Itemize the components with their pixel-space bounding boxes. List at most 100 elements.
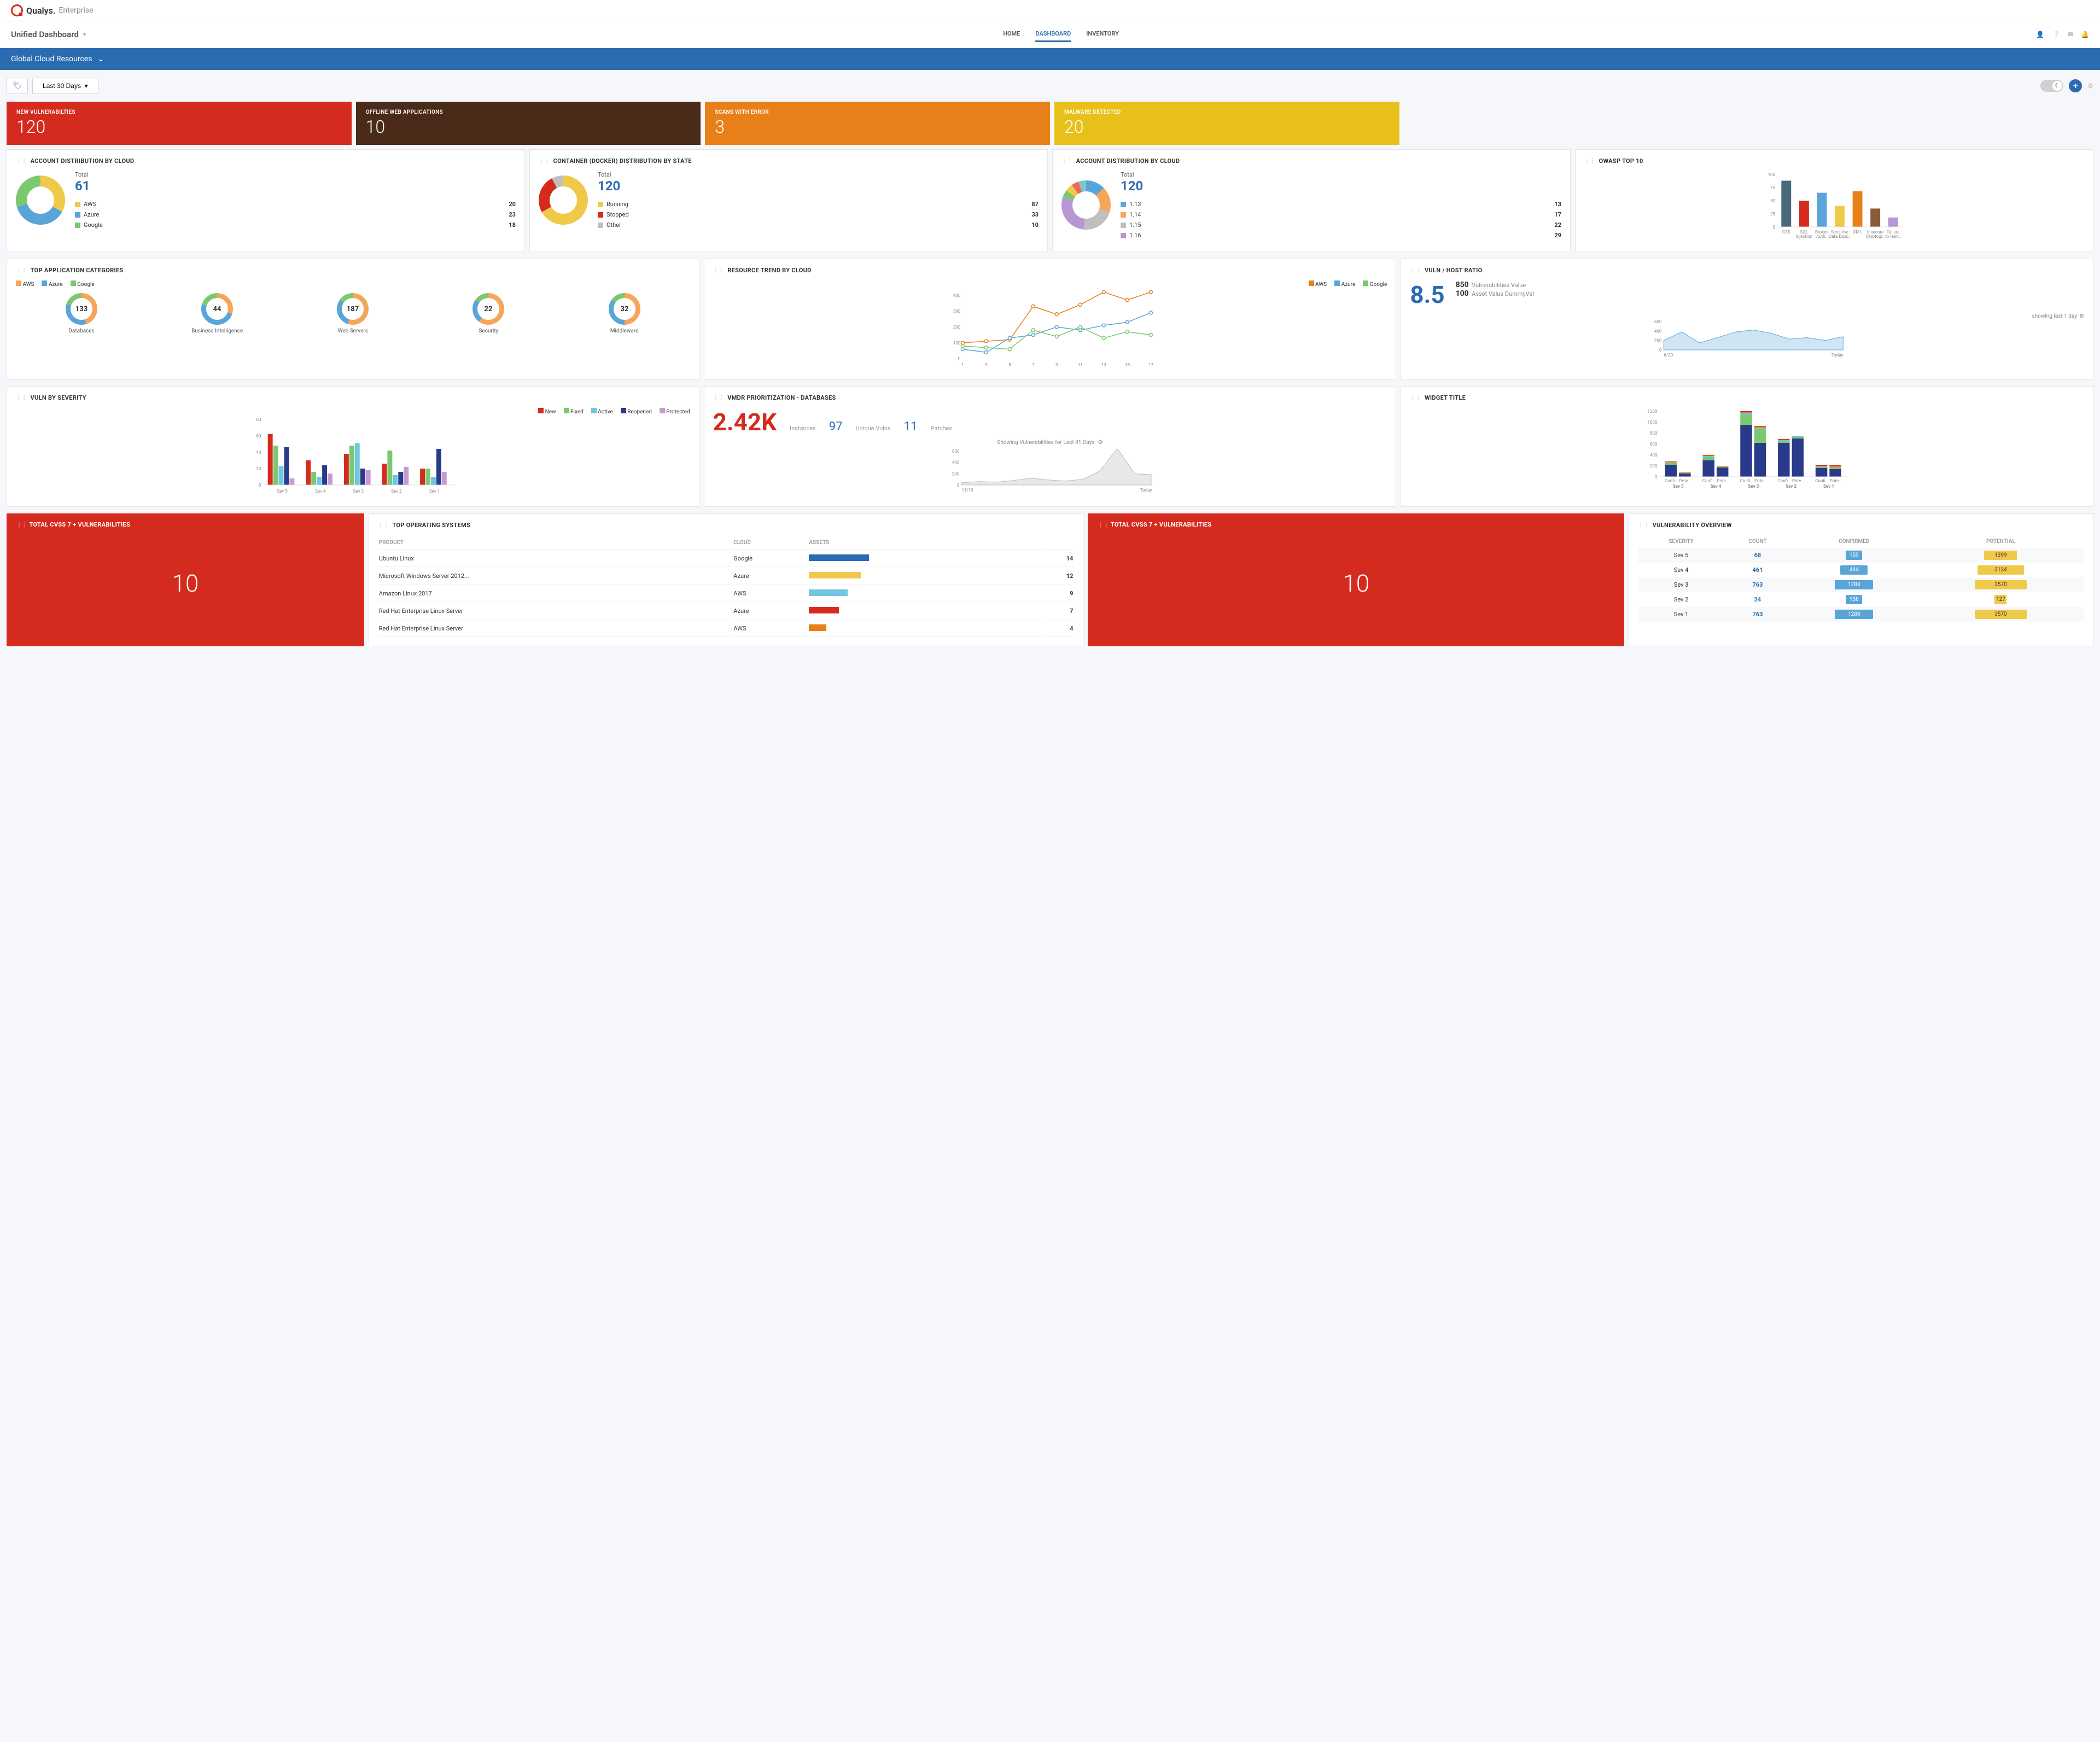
nav-tab-home[interactable]: HOME <box>1003 27 1020 42</box>
svg-text:200: 200 <box>953 325 960 330</box>
svg-text:Sev 5: Sev 5 <box>1673 484 1684 489</box>
svg-text:Pote..: Pote.. <box>1717 478 1729 483</box>
help-icon[interactable]: ❔ <box>2052 31 2060 38</box>
th: CONFIRMED <box>1791 535 1917 548</box>
mail-icon[interactable]: ✉ <box>2068 31 2073 38</box>
legend-row: Stopped33 <box>598 209 1039 220</box>
mini-donut: 44Business Intelligence <box>151 293 283 334</box>
cvss-value: 10 <box>16 528 354 639</box>
svg-text:Pote..: Pote.. <box>1755 478 1766 483</box>
legend-row: Running87 <box>598 199 1039 209</box>
date-range-label: Last 30 Days <box>43 82 81 90</box>
svg-text:50: 50 <box>1770 198 1775 203</box>
brand-suffix: Enterprise <box>59 6 93 15</box>
context-bar[interactable]: Global Cloud Resources ⌄ <box>0 48 2100 70</box>
donut-chart <box>16 176 65 226</box>
stat-card[interactable]: MALWARE DETECTED20 <box>1054 102 1399 145</box>
card-title-text: VULN BY SEVERITY <box>31 394 86 401</box>
table-row[interactable]: Red Hat Enterprise Linux ServerAWS4 <box>379 621 1074 637</box>
date-range-select[interactable]: Last 30 Days ▾ <box>32 78 98 94</box>
svg-text:0: 0 <box>259 483 261 488</box>
nav-tab-inventory[interactable]: INVENTORY <box>1086 27 1119 42</box>
svg-text:Data Expo..: Data Expo.. <box>1829 234 1851 239</box>
table-row[interactable]: Ubuntu LinuxGoogle14 <box>379 551 1074 567</box>
drag-handle-icon[interactable]: ⋮⋮ <box>1638 522 1649 528</box>
svg-text:9: 9 <box>1055 363 1058 367</box>
card-title-text: CONTAINER (DOCKER) DISTRIBUTION BY STATE <box>553 157 692 165</box>
table-row[interactable]: Sev 176312883570 <box>1638 607 2084 622</box>
dark-mode-toggle[interactable] <box>2040 80 2063 92</box>
mini-donut: 32Middleware <box>559 293 690 334</box>
vmdr-subtitle: Showing Vulnerabilities for Last 91 Days… <box>713 440 1387 446</box>
drag-handle-icon[interactable]: ⋮⋮ <box>1584 158 1596 164</box>
table-row[interactable]: Sev 5681551399 <box>1638 548 2084 563</box>
brand-name: Qualys. <box>26 5 55 16</box>
drag-handle-icon[interactable]: ⋮⋮ <box>539 158 550 164</box>
stat-label: NEW VULNERABILTIES <box>16 109 342 115</box>
legend-row: 1.1417 <box>1121 209 1561 220</box>
table-row[interactable]: Sev 224158127 <box>1638 592 2084 607</box>
owasp-chart: 0255075100CSSSQLInjectionBrokenAuth..Sen… <box>1584 171 2084 244</box>
svg-text:Cryptogr..: Cryptogr.. <box>1866 234 1885 239</box>
card-title-text: WIDGET TITLE <box>1425 394 1466 401</box>
table-row[interactable]: Sev 44614443134 <box>1638 563 2084 577</box>
legend-row: Other10 <box>598 220 1039 230</box>
table-row[interactable]: Red Hat Enterprise Linux ServerAzure7 <box>379 603 1074 619</box>
svg-text:Pote..: Pote.. <box>1792 478 1804 483</box>
table-row[interactable]: Sev 376312883570 <box>1638 577 2084 592</box>
alert-icon[interactable]: 🔔 <box>2081 31 2089 38</box>
svg-text:to restr..: to restr.. <box>1885 234 1901 239</box>
table-row[interactable]: Microsoft Windows Server 2012...Azure12 <box>379 568 1074 584</box>
dashboard-title[interactable]: Unified Dashboard ▾ <box>11 30 86 39</box>
svg-text:400: 400 <box>1650 453 1658 458</box>
svg-text:Sev 1: Sev 1 <box>429 489 440 494</box>
th: PRODUCT <box>379 536 733 550</box>
mini-donut: 133Databases <box>16 293 147 334</box>
stat-value: 10 <box>366 116 691 137</box>
legend: AWS Azure Google <box>16 280 690 288</box>
row-d: ⋮⋮ TOTAL CVSS 7 + VULNERABILITIES 10 ⋮⋮T… <box>0 513 2100 653</box>
drag-handle-icon[interactable]: ⋮⋮ <box>16 395 27 401</box>
gear-icon[interactable]: ⚙ <box>1098 440 1103 446</box>
card-vuln-host-ratio: ⋮⋮VULN / HOST RATIO8.5850 Vulnerabilitie… <box>1401 259 2093 379</box>
legend: New Fixed Active Reopened Protected <box>16 408 690 415</box>
drag-handle-icon[interactable]: ⋮⋮ <box>16 158 27 164</box>
card-account-distribution-2: ⋮⋮ACCOUNT DISTRIBUTION BY CLOUDTotal1201… <box>1052 149 1571 252</box>
svg-text:300: 300 <box>953 309 960 314</box>
svg-text:600: 600 <box>1654 319 1662 324</box>
nav-tab-dashboard[interactable]: DASHBOARD <box>1035 27 1071 42</box>
drag-handle-icon[interactable]: ⋮⋮ <box>713 395 725 401</box>
vmdr-instances: 2.42K <box>713 408 777 436</box>
svg-text:400: 400 <box>952 460 959 465</box>
drag-handle-icon[interactable]: ⋮⋮ <box>1061 158 1073 164</box>
tag-filter-button[interactable]: 🏷 <box>7 78 28 94</box>
svg-text:32: 32 <box>620 305 628 313</box>
gear-icon[interactable]: ⚙ <box>2087 82 2093 90</box>
card-vuln-overview: ⋮⋮VULNERABILITY OVERVIEWSEVERITYCOUNTCON… <box>1629 513 2093 646</box>
drag-handle-icon[interactable]: ⋮⋮ <box>1410 395 1421 401</box>
drag-handle-icon[interactable]: ⋮⋮ <box>378 522 389 528</box>
os-table: PRODUCTCLOUDASSETSUbuntu LinuxGoogle14Mi… <box>378 535 1075 638</box>
svg-text:Confi..: Confi.. <box>1702 478 1715 483</box>
svg-text:7: 7 <box>1032 363 1035 367</box>
dashboard-title-text: Unified Dashboard <box>11 30 79 39</box>
donut-chart <box>1061 180 1111 231</box>
table-row[interactable]: Amazon Linux 2017AWS9 <box>379 586 1074 602</box>
stat-card[interactable]: OFFLINE WEB APPLICATIONS10 <box>356 102 701 145</box>
gear-icon[interactable]: ⚙ <box>2079 313 2084 319</box>
cvss-value: 10 <box>1098 528 1614 639</box>
svg-text:11: 11 <box>1077 363 1082 367</box>
drag-handle-icon[interactable]: ⋮⋮ <box>16 267 27 273</box>
legend-row: 1.1629 <box>1121 230 1561 241</box>
row-a: ⋮⋮ACCOUNT DISTRIBUTION BY CLOUDTotal61AW… <box>0 149 2100 259</box>
card-owasp: ⋮⋮OWASP TOP 100255075100CSSSQLInjectionB… <box>1575 149 2093 252</box>
card-container-distribution: ⋮⋮CONTAINER (DOCKER) DISTRIBUTION BY STA… <box>529 149 1048 252</box>
drag-handle-icon[interactable]: ⋮⋮ <box>1410 267 1421 273</box>
svg-text:0: 0 <box>1773 225 1776 230</box>
user-icon[interactable]: 👤 <box>2036 31 2044 38</box>
stat-card[interactable]: NEW VULNERABILTIES120 <box>7 102 352 145</box>
drag-handle-icon[interactable]: ⋮⋮ <box>713 267 725 273</box>
showing-last: showing last 1 day ⚙ <box>1410 313 2084 319</box>
add-widget-button[interactable]: + <box>2069 79 2082 92</box>
stat-card[interactable]: SCANS WITH ERROR3 <box>705 102 1050 145</box>
